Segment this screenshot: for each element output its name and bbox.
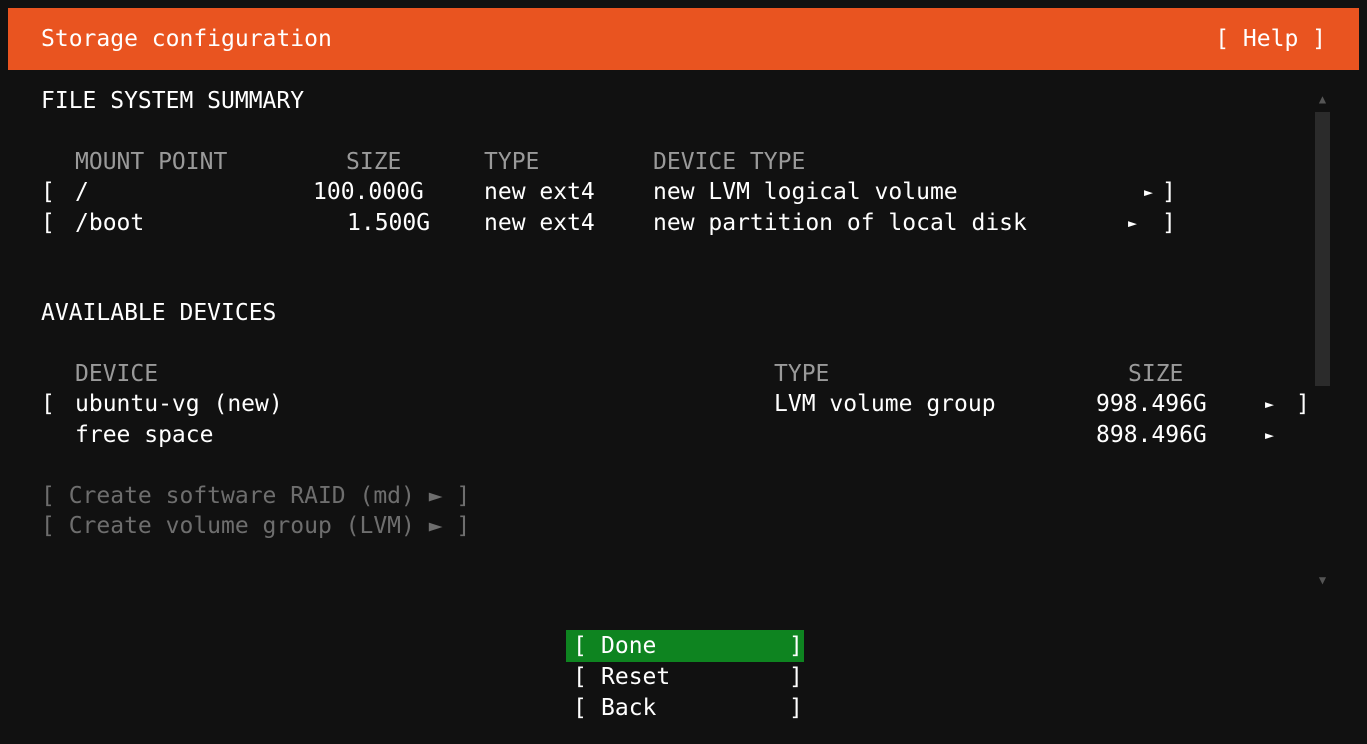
help-button[interactable]: [ Help ] [1215,22,1326,56]
submenu-arrow-icon: ► [1144,183,1154,201]
row-close-bracket: ] [1296,391,1310,417]
row-open-bracket: [ [41,210,55,236]
column-header-size: SIZE [1128,361,1184,387]
button-open-bracket: [ [573,695,587,721]
header-bar: Storage configuration [ Help ] [8,8,1359,70]
button-label: Back [601,695,657,721]
row-close-bracket: ] [1162,179,1176,205]
scrollbar-thumb[interactable] [1315,112,1330,386]
column-header-type: TYPE [484,149,540,175]
fs-type: new ext4 [484,179,595,205]
column-header-device: DEVICE [75,361,159,387]
size-value: 1.500G [347,210,431,236]
column-header-device-type: DEVICE TYPE [653,149,806,175]
device-name: free space [75,422,214,448]
device-name: ubuntu-vg (new) [75,391,283,417]
button-label: Reset [601,664,671,690]
submenu-arrow-icon: ► [1265,426,1275,444]
row-open-bracket: [ [41,391,55,417]
done-button[interactable]: [ Done ] [566,630,804,662]
device-type: LVM volume group [774,391,996,417]
row-close-bracket: ] [1162,210,1176,236]
size-value: 100.000G [313,179,424,205]
column-header-type: TYPE [774,361,830,387]
scroll-up-icon[interactable]: ▲ [1315,92,1330,107]
reset-button[interactable]: [ Reset ] [566,661,804,693]
column-header-mount-point: MOUNT POINT [75,149,228,175]
fs-type: new ext4 [484,210,595,236]
filesystem-summary-heading: FILE SYSTEM SUMMARY [41,88,305,114]
mount-point: /boot [75,210,145,236]
button-close-bracket: ] [789,695,803,721]
button-open-bracket: [ [573,664,587,690]
create-raid-button[interactable]: [ Create software RAID (md) ► ] [41,479,470,513]
device-size: 998.496G [1096,391,1207,417]
submenu-arrow-icon: ► [1128,214,1138,232]
button-close-bracket: ] [789,633,803,659]
device-size: 898.496G [1096,422,1207,448]
mount-point: / [75,179,89,205]
scroll-down-icon[interactable]: ▼ [1315,573,1330,588]
device-type: new partition of local disk [653,210,1027,236]
button-label: Done [601,633,657,659]
row-open-bracket: [ [41,179,55,205]
submenu-arrow-icon: ► [1265,395,1275,413]
page-title: Storage configuration [41,26,332,52]
button-close-bracket: ] [789,664,803,690]
column-header-size: SIZE [346,149,402,175]
button-open-bracket: [ [573,633,587,659]
available-devices-heading: AVAILABLE DEVICES [41,300,277,326]
device-type: new LVM logical volume [653,179,958,205]
back-button[interactable]: [ Back ] [566,692,804,724]
create-lvm-button[interactable]: [ Create volume group (LVM) ► ] [41,509,470,543]
